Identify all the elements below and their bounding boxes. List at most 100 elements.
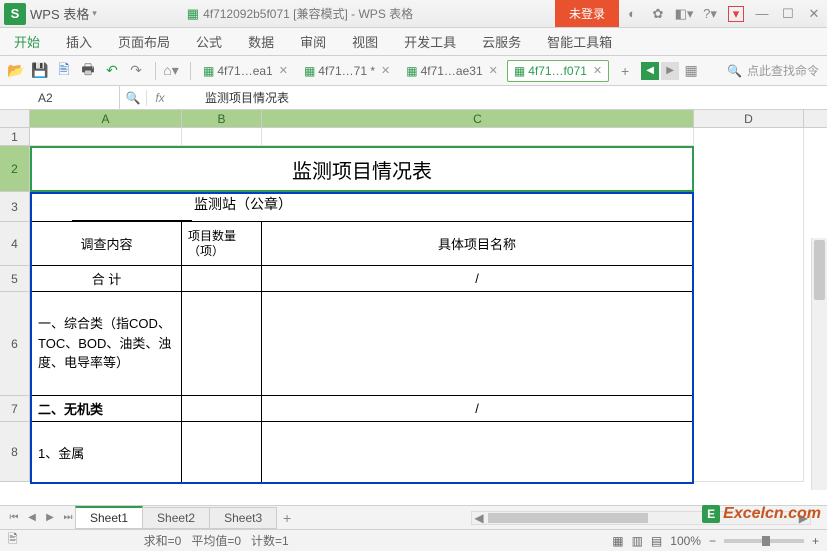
fx-search-icon[interactable]: 🔍	[120, 91, 146, 105]
horizontal-scrollbar[interactable]: ◀ ▶	[471, 511, 811, 525]
feedback-icon[interactable]: ▾	[728, 6, 744, 22]
file-tab-close-icon[interactable]: ✕	[489, 64, 498, 77]
sync-icon[interactable]: ◐	[619, 0, 645, 27]
status-doc-icon[interactable]: 🖹	[8, 530, 18, 551]
column-header-b[interactable]: B	[182, 110, 262, 127]
sheet-title-cell[interactable]: 监测项目情况表	[30, 146, 694, 192]
print-icon[interactable]: 🖶	[78, 61, 98, 81]
file-tab-close-icon[interactable]: ✕	[279, 64, 288, 77]
row-header-8[interactable]: 8	[0, 422, 30, 482]
view-normal-icon[interactable]: ▦	[612, 534, 623, 548]
formula-input[interactable]: 监测项目情况表	[173, 89, 289, 106]
menu-smart-tools[interactable]: 智能工具箱	[547, 32, 612, 51]
file-tab-close-icon[interactable]: ✕	[381, 64, 390, 77]
menu-view[interactable]: 视图	[352, 32, 378, 51]
sheet-tab-3[interactable]: Sheet3	[209, 507, 277, 529]
redo-icon[interactable]: ↷	[126, 61, 146, 81]
menu-formula[interactable]: 公式	[196, 32, 222, 51]
document-title-text: 4f712092b5f071 [兼容模式] - WPS 表格	[203, 5, 413, 22]
row-header-2[interactable]: 2	[0, 146, 30, 192]
cell-b6[interactable]	[182, 292, 262, 395]
cell-a6[interactable]: 一、综合类（指COD、TOC、BOD、油类、浊度、电导率等）	[32, 292, 182, 395]
undo-icon[interactable]: ↶	[102, 61, 122, 81]
window-minimize-icon[interactable]: —	[749, 0, 775, 27]
help-icon[interactable]: ?▾	[697, 0, 723, 27]
cell-a7[interactable]: 二、无机类	[32, 396, 182, 421]
header-a[interactable]: 调查内容	[32, 222, 182, 265]
tab-next-button[interactable]: ▶	[661, 62, 679, 80]
row-header-3[interactable]: 3	[0, 192, 30, 222]
column-header-c[interactable]: C	[262, 110, 694, 127]
sheet-nav-prev-icon[interactable]: ◀	[24, 510, 40, 526]
menu-cloud[interactable]: 云服务	[482, 32, 521, 51]
menu-dev-tools[interactable]: 开发工具	[404, 32, 456, 51]
cell-a8[interactable]: 1、金属	[32, 422, 182, 482]
menu-page-layout[interactable]: 页面布局	[118, 32, 170, 51]
header-b[interactable]: 项目数量（项）	[182, 222, 262, 265]
print-preview-icon[interactable]: 🖹	[54, 61, 74, 81]
cell-c7[interactable]: /	[262, 396, 692, 421]
cell-c8[interactable]	[262, 422, 692, 482]
zoom-in-button[interactable]: +	[812, 534, 819, 548]
sheet-tab-2[interactable]: Sheet2	[142, 507, 210, 529]
row-header-4[interactable]: 4	[0, 222, 30, 266]
zoom-out-button[interactable]: −	[709, 534, 716, 548]
cells-area[interactable]: 监测项目情况表 监测站（公章） 调查内容 项目数量（项） 具体项目名称 合 计 …	[30, 128, 827, 482]
sheet-nav-first-icon[interactable]: ⏮	[6, 510, 22, 526]
cell-b7[interactable]	[182, 396, 262, 421]
tab-add-icon[interactable]: +	[615, 61, 635, 81]
hscroll-left-icon[interactable]: ◀	[472, 511, 486, 525]
open-icon[interactable]: 📂	[6, 61, 26, 81]
tab-list-icon[interactable]: ▦	[681, 61, 701, 81]
zoom-slider[interactable]	[724, 539, 804, 543]
cell-c5[interactable]: /	[262, 266, 692, 291]
skin-icon[interactable]: ◧▾	[671, 0, 697, 27]
station-row[interactable]: 监测站（公章）	[32, 192, 692, 222]
command-search[interactable]: 🔍 点此查找命令	[727, 62, 827, 79]
window-close-icon[interactable]: ✕	[801, 0, 827, 27]
cell-b5[interactable]	[182, 266, 262, 291]
zoom-percent[interactable]: 100%	[670, 534, 701, 548]
file-tab-4[interactable]: ▦4f71…f071✕	[507, 60, 609, 82]
column-header-a[interactable]: A	[30, 110, 182, 127]
vertical-scrollbar[interactable]	[811, 238, 827, 490]
file-tab-2[interactable]: ▦4f71…71 *✕	[297, 60, 397, 82]
row-header-6[interactable]: 6	[0, 292, 30, 396]
hscroll-right-icon[interactable]: ▶	[799, 511, 808, 525]
settings-icon[interactable]: ✿	[645, 0, 671, 27]
status-avg: 平均值=0	[191, 532, 241, 549]
row-header-1[interactable]: 1	[0, 128, 30, 146]
sheet-tab-1[interactable]: Sheet1	[75, 506, 143, 529]
zoom-slider-thumb[interactable]	[762, 536, 770, 546]
login-button[interactable]: 未登录	[555, 0, 619, 27]
window-maximize-icon[interactable]: ☐	[775, 0, 801, 27]
fx-icon[interactable]: fx	[147, 91, 173, 105]
sheet-add-button[interactable]: +	[277, 510, 297, 526]
select-all-corner[interactable]	[0, 110, 30, 127]
save-icon[interactable]: 💾	[30, 61, 50, 81]
file-tab-3[interactable]: ▦4f71…ae31✕	[399, 60, 505, 82]
home-icon[interactable]: ⌂▾	[161, 61, 181, 81]
app-menu-dropdown-icon[interactable]: ▾	[92, 8, 97, 19]
cell-c6[interactable]	[262, 292, 692, 395]
cell-a5[interactable]: 合 计	[32, 266, 182, 291]
cell-name-box[interactable]: A2	[0, 86, 120, 109]
sheet-nav-last-icon[interactable]: ⏭	[60, 510, 76, 526]
menu-insert[interactable]: 插入	[66, 32, 92, 51]
menu-data[interactable]: 数据	[248, 32, 274, 51]
file-tab-close-icon[interactable]: ✕	[593, 64, 602, 77]
cell-b8[interactable]	[182, 422, 262, 482]
file-tab-1[interactable]: ▦4f71…ea1✕	[196, 60, 295, 82]
view-page-icon[interactable]: ▥	[632, 534, 643, 548]
tab-prev-button[interactable]: ◀	[641, 62, 659, 80]
row-header-5[interactable]: 5	[0, 266, 30, 292]
sheet-nav-next-icon[interactable]: ▶	[42, 510, 58, 526]
horizontal-scroll-thumb[interactable]	[488, 513, 648, 523]
menu-start[interactable]: 开始	[14, 32, 40, 51]
header-c[interactable]: 具体项目名称	[262, 222, 692, 265]
menu-review[interactable]: 审阅	[300, 32, 326, 51]
view-break-icon[interactable]: ▤	[651, 534, 662, 548]
column-header-d[interactable]: D	[694, 110, 804, 127]
row-header-7[interactable]: 7	[0, 396, 30, 422]
vertical-scroll-thumb[interactable]	[814, 240, 825, 300]
